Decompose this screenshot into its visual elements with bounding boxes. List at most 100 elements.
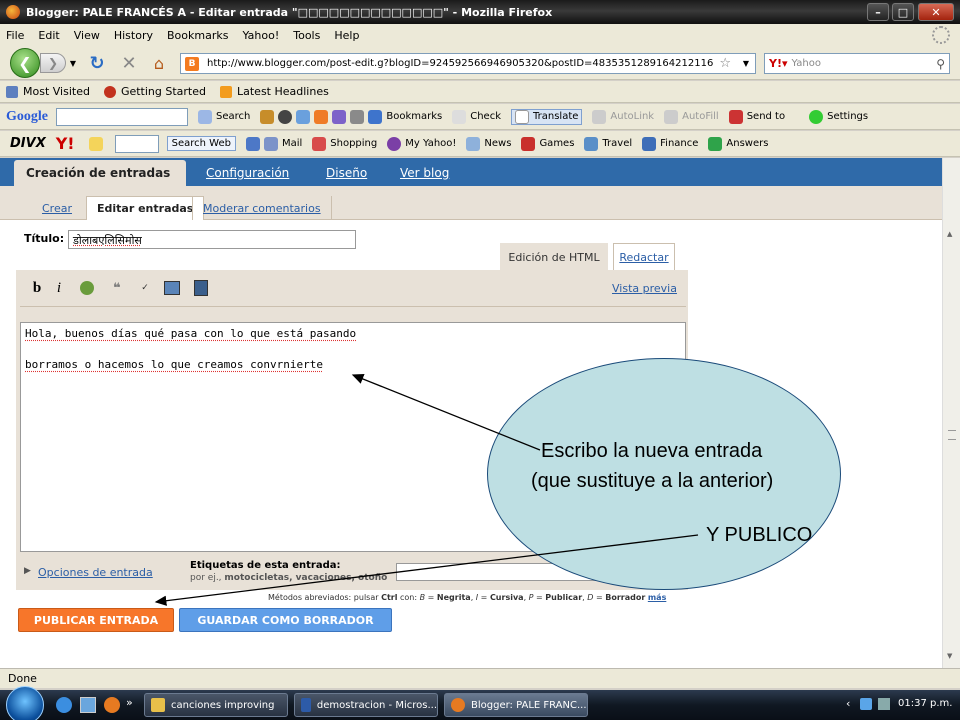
reload-icon[interactable]: ↻: [86, 52, 108, 74]
scroll-down-icon[interactable]: ▼: [947, 652, 952, 660]
volume-icon[interactable]: [878, 698, 890, 710]
autofill-button[interactable]: AutoFill: [664, 109, 719, 124]
send-to-button[interactable]: Send to: [728, 109, 785, 124]
finance-button[interactable]: Finance: [642, 136, 698, 151]
menu-file[interactable]: File: [6, 29, 24, 42]
sidewiki-icon[interactable]: [332, 109, 347, 124]
task-firefox[interactable]: Blogger: PALE FRANC...: [444, 693, 588, 717]
show-desktop-icon[interactable]: [80, 697, 96, 713]
menu-bookmarks[interactable]: Bookmarks: [167, 29, 228, 42]
travel-button[interactable]: Travel: [584, 136, 632, 151]
more-shortcuts-link[interactable]: más: [648, 593, 667, 602]
url-field[interactable]: B http://www.blogger.com/post-edit.g?blo…: [180, 53, 756, 74]
blockquote-icon[interactable]: ❝: [108, 279, 126, 297]
bold-button[interactable]: b: [28, 279, 46, 297]
stop-icon[interactable]: ✕: [118, 52, 140, 74]
firefox-quicklaunch-icon[interactable]: [104, 697, 120, 713]
italic-button[interactable]: i: [50, 279, 68, 297]
search-web-button[interactable]: Search Web: [166, 136, 236, 151]
bookmark-latest-headlines[interactable]: Latest Headlines: [220, 85, 329, 98]
ie-icon[interactable]: [56, 697, 72, 713]
spellcheck-button[interactable]: Check: [452, 109, 501, 124]
my-yahoo-button[interactable]: My Yahoo!: [387, 136, 456, 151]
menu-yahoo[interactable]: Yahoo!: [242, 29, 279, 42]
network-icon[interactable]: [860, 698, 872, 710]
google-bookmarks-button[interactable]: Bookmarks: [368, 109, 442, 124]
blogger-toolbar-icon[interactable]: [314, 109, 329, 124]
history-dropdown-icon[interactable]: ▼: [68, 58, 78, 68]
chevron-icon[interactable]: »: [126, 696, 133, 709]
opciones-entrada-link[interactable]: Opciones de entrada: [38, 566, 153, 579]
tab-configuracion[interactable]: Configuración: [194, 160, 301, 186]
image-icon[interactable]: [163, 279, 181, 297]
google-search-button[interactable]: Search: [198, 109, 250, 124]
maximize-button[interactable]: □: [892, 3, 914, 21]
minimize-button[interactable]: –: [867, 3, 889, 21]
subtab-editar-entradas[interactable]: Editar entradas: [86, 196, 205, 220]
task-word[interactable]: demostracion - Micros...: [294, 693, 438, 717]
shield-icon[interactable]: [245, 136, 260, 151]
yahoo-search-input[interactable]: [114, 134, 159, 153]
scroll-up-icon[interactable]: ▲: [947, 230, 952, 238]
shopping-button[interactable]: Shopping: [312, 136, 377, 151]
editor-line-1: Hola, buenos días qué pasa con lo que es…: [25, 327, 357, 340]
tab-edicion-html[interactable]: Edición de HTML: [500, 243, 608, 271]
tab-ver-blog[interactable]: Ver blog: [388, 160, 461, 186]
games-button[interactable]: Games: [521, 136, 574, 151]
subtab-crear[interactable]: Crear: [32, 196, 82, 220]
home-icon[interactable]: ⌂: [148, 52, 170, 74]
vista-previa-link[interactable]: Vista previa: [612, 282, 677, 295]
save-draft-button[interactable]: GUARDAR COMO BORRADOR: [179, 608, 392, 632]
start-button[interactable]: [6, 686, 44, 720]
title-input[interactable]: डोलाबएलिसिमोस: [68, 230, 356, 249]
yahoo-logo-icon[interactable]: Y!: [56, 134, 75, 153]
expand-arrow-icon[interactable]: ▶: [24, 566, 31, 576]
shopping-icon: [312, 136, 327, 151]
news-icon[interactable]: [278, 109, 293, 124]
news-button[interactable]: News: [466, 136, 511, 151]
tab-diseno[interactable]: Diseño: [314, 160, 379, 186]
title-label: Título:: [24, 232, 65, 245]
bookmark-most-visited[interactable]: Most Visited: [6, 85, 90, 98]
yahoo-engine-icon[interactable]: Y!▾: [765, 57, 792, 70]
bookmark-star-icon[interactable]: ☆: [719, 56, 731, 71]
menu-history[interactable]: History: [114, 29, 153, 42]
autolink-button[interactable]: AutoLink: [592, 109, 654, 124]
mail-button[interactable]: Mail: [263, 136, 302, 151]
url-dropdown-icon[interactable]: ▼: [743, 59, 749, 68]
pencil-icon[interactable]: [88, 136, 103, 151]
search-field[interactable]: Y!▾ Yahoo ⚲: [764, 53, 950, 74]
tray-chevron-icon[interactable]: ‹: [846, 697, 850, 710]
toolbar-zoom-icon[interactable]: [296, 109, 311, 124]
menu-edit[interactable]: Edit: [38, 29, 59, 42]
tab-redactar[interactable]: Redactar: [613, 243, 675, 271]
puzzle-icon[interactable]: [350, 109, 365, 124]
forward-button[interactable]: ❯: [40, 53, 66, 73]
link-icon[interactable]: [78, 279, 96, 297]
toolbar-divider: [20, 306, 686, 307]
clock[interactable]: 01:37 p.m.: [898, 698, 952, 709]
settings-button[interactable]: Settings: [809, 109, 868, 124]
menu-view[interactable]: View: [74, 29, 100, 42]
scroll-grip-icon[interactable]: [948, 430, 956, 440]
subtab-moderar-comentarios[interactable]: Moderar comentarios: [192, 196, 332, 220]
video-icon[interactable]: [192, 279, 210, 297]
spellcheck-icon[interactable]: ✓: [136, 279, 154, 297]
publish-button[interactable]: PUBLICAR ENTRADA: [18, 608, 174, 632]
menu-help[interactable]: Help: [334, 29, 359, 42]
back-button[interactable]: ❮: [10, 48, 40, 78]
toolbar-tools-icon[interactable]: [260, 109, 275, 124]
blogger-main-tabs: Creación de entradas Configuración Diseñ…: [0, 158, 942, 186]
page-scrollbar[interactable]: ▲ ▼: [942, 158, 960, 668]
task-canciones[interactable]: canciones improving: [144, 693, 288, 717]
games-icon: [521, 136, 536, 151]
bookmark-getting-started[interactable]: Getting Started: [103, 85, 206, 98]
menu-tools[interactable]: Tools: [293, 29, 320, 42]
tab-creacion-entradas[interactable]: Creación de entradas: [14, 160, 186, 186]
answers-button[interactable]: Answers: [708, 136, 768, 151]
url-text: http://www.blogger.com/post-edit.g?blogI…: [207, 58, 714, 69]
translate-button[interactable]: Translate: [511, 108, 583, 125]
close-button[interactable]: ✕: [918, 3, 954, 21]
magnifier-icon[interactable]: ⚲: [936, 57, 945, 71]
google-search-input[interactable]: [56, 107, 188, 126]
